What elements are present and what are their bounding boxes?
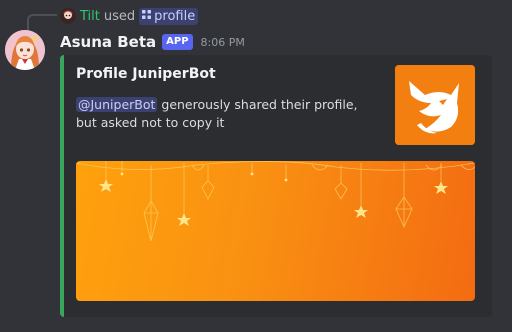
profile-banner-image[interactable] bbox=[76, 161, 475, 301]
embed-title: Profile JuniperBot bbox=[76, 66, 216, 82]
profile-embed: Profile JuniperBot @JuniperBot generousl… bbox=[60, 55, 492, 317]
author-username[interactable]: Asuna Beta bbox=[60, 33, 156, 51]
fox-logo-icon[interactable] bbox=[395, 65, 475, 145]
author-avatar[interactable] bbox=[5, 30, 45, 70]
command-grid-icon bbox=[142, 10, 152, 22]
reply-reference[interactable]: Tilt used profile bbox=[60, 6, 199, 26]
reply-user-avatar[interactable] bbox=[60, 8, 76, 24]
slash-command-chip[interactable]: profile bbox=[139, 7, 199, 25]
message-timestamp[interactable]: 8:06 PM bbox=[201, 36, 245, 49]
reply-username[interactable]: Tilt bbox=[80, 9, 100, 24]
embed-description: @JuniperBot generously shared their prof… bbox=[76, 96, 376, 132]
message-header: Asuna Beta APP 8:06 PM bbox=[60, 31, 245, 53]
reply-action-text: used bbox=[103, 8, 136, 24]
reply-connector-line bbox=[27, 14, 57, 30]
slash-command-name: profile bbox=[154, 8, 196, 24]
app-badge: APP bbox=[162, 34, 193, 50]
user-mention[interactable]: @JuniperBot bbox=[76, 97, 158, 112]
